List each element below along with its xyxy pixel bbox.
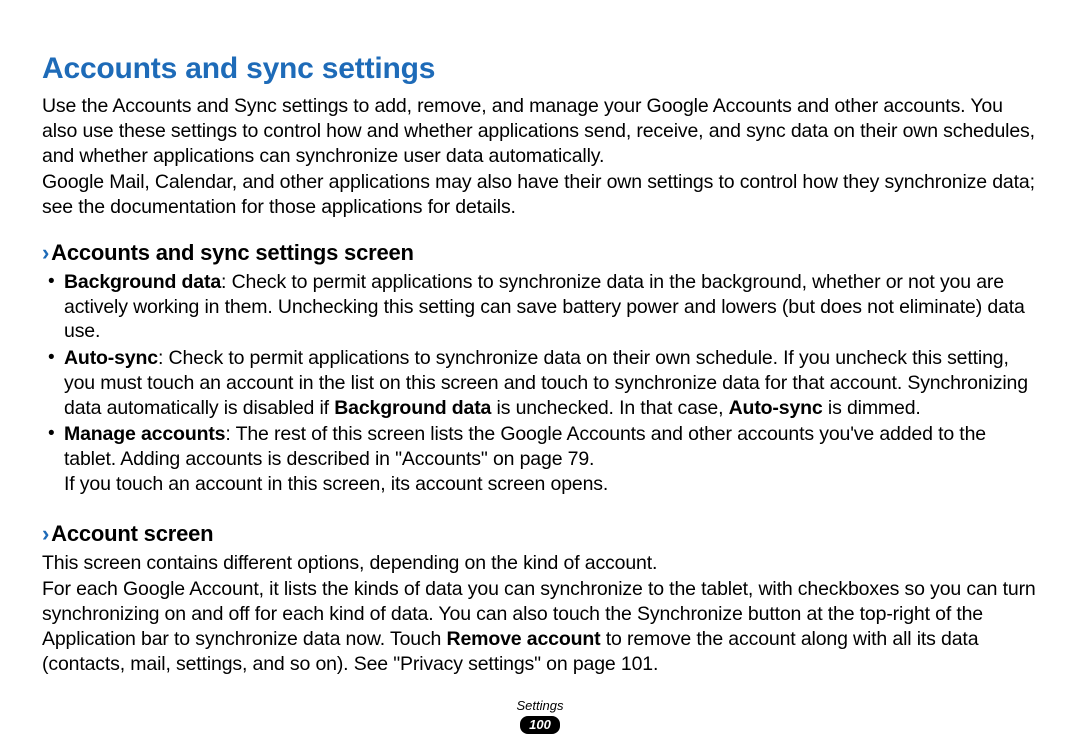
intro-paragraph-1: Use the Accounts and Sync settings to ad… [42, 94, 1038, 168]
term-manage-accounts: Manage accounts [64, 423, 225, 445]
subheading-sync-screen: ›Accounts and sync settings screen [42, 240, 1038, 266]
term-background-data: Background data [64, 271, 221, 293]
page-number-badge: 100 [520, 716, 560, 734]
account-screen-paragraph-1: This screen contains different options, … [42, 551, 1038, 576]
subheading-text: Accounts and sync settings screen [51, 240, 414, 265]
list-item-text: is unchecked. In that case, [491, 397, 728, 419]
account-screen-paragraph-2: For each Google Account, it lists the ki… [42, 577, 1038, 676]
footer-section-label: Settings [0, 698, 1080, 713]
inline-bold: Auto-sync [729, 397, 823, 419]
list-item: Auto-sync: Check to permit applications … [64, 346, 1038, 420]
chevron-right-icon: › [42, 240, 49, 265]
page-title: Accounts and sync settings [42, 52, 1038, 86]
inline-bold: Remove account [447, 628, 601, 650]
document-page: Accounts and sync settings Use the Accou… [0, 0, 1080, 756]
subheading-text: Account screen [51, 521, 213, 546]
term-auto-sync: Auto-sync [64, 347, 158, 369]
list-item-text: If you touch an account in this screen, … [64, 473, 608, 495]
page-footer: Settings 100 [0, 698, 1080, 734]
bullet-list: Background data: Check to permit applica… [42, 270, 1038, 497]
chevron-right-icon: › [42, 521, 49, 546]
list-item: Background data: Check to permit applica… [64, 270, 1038, 344]
list-item-text: is dimmed. [823, 397, 921, 419]
subheading-account-screen: ›Account screen [42, 521, 1038, 547]
intro-paragraph-2: Google Mail, Calendar, and other applica… [42, 170, 1038, 220]
list-item: Manage accounts: The rest of this screen… [64, 422, 1038, 496]
inline-bold: Background data [334, 397, 491, 419]
